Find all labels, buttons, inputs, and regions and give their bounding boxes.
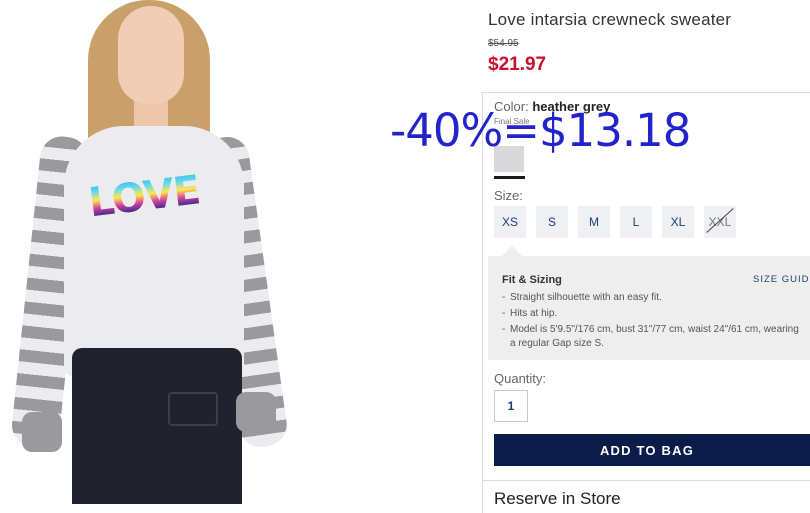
add-to-bag-button[interactable]: ADD TO BAG bbox=[494, 434, 810, 466]
model-face bbox=[118, 6, 184, 104]
size-button-xl[interactable]: XL bbox=[662, 206, 694, 238]
sweater-body bbox=[64, 126, 244, 376]
product-image[interactable]: LOVE bbox=[0, 0, 300, 504]
sale-price: $21.97 bbox=[488, 54, 547, 75]
size-button-xs[interactable]: XS bbox=[494, 206, 526, 238]
sweater-right-cuff bbox=[236, 392, 276, 432]
section-divider bbox=[482, 480, 810, 481]
size-button-s[interactable]: S bbox=[536, 206, 568, 238]
fit-sizing-list: Straight silhouette with an easy fit. Hi… bbox=[502, 291, 802, 353]
swatch-selected-indicator bbox=[494, 176, 525, 179]
size-label: Size: bbox=[494, 188, 523, 203]
quantity-label: Quantity: bbox=[494, 371, 547, 386]
sweater-left-cuff bbox=[22, 412, 62, 452]
add-to-bag-label: ADD TO BAG bbox=[599, 442, 695, 458]
fit-item: Straight silhouette with an easy fit. bbox=[502, 291, 802, 305]
fit-box-notch bbox=[502, 246, 522, 256]
size-button-xxl-unavailable[interactable]: XXL bbox=[704, 206, 736, 238]
fit-item: Hits at hip. bbox=[502, 307, 802, 321]
original-price: $54.95 bbox=[488, 38, 519, 49]
size-button-m[interactable]: M bbox=[578, 206, 610, 238]
jeans-pocket bbox=[168, 392, 218, 426]
love-graphic-text: LOVE bbox=[86, 167, 203, 227]
fit-sizing-title: Fit & Sizing bbox=[502, 274, 562, 286]
reserve-in-store-heading[interactable]: Reserve in Store bbox=[494, 489, 621, 509]
product-title: Love intarsia crewneck sweater bbox=[488, 10, 732, 29]
discount-overlay-text: -40%=$13.18 bbox=[390, 104, 691, 157]
model-jeans bbox=[72, 348, 242, 504]
fit-item: Model is 5'9.5"/176 cm, bust 31"/77 cm, … bbox=[502, 323, 802, 351]
size-button-l[interactable]: L bbox=[620, 206, 652, 238]
quantity-input[interactable]: 1 bbox=[494, 390, 528, 422]
size-guide-link[interactable]: SIZE GUIDE bbox=[753, 274, 810, 285]
